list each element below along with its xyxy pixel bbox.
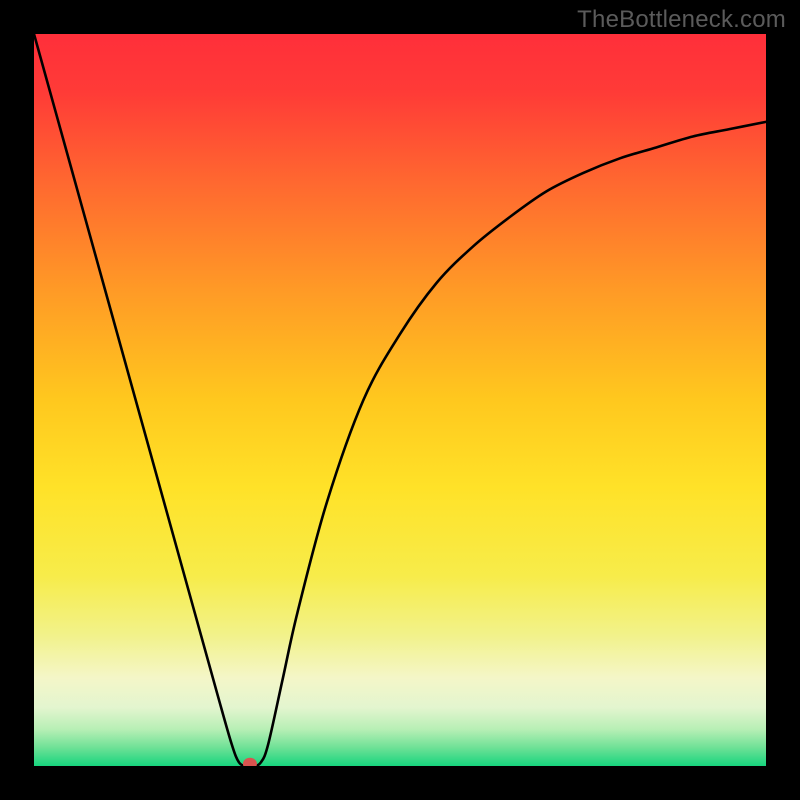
marker-dot — [243, 758, 257, 766]
curve-line — [34, 34, 766, 766]
chart-frame: TheBottleneck.com — [0, 0, 800, 800]
watermark-text: TheBottleneck.com — [577, 6, 786, 34]
curve-layer — [34, 34, 766, 766]
plot-area — [34, 34, 766, 766]
